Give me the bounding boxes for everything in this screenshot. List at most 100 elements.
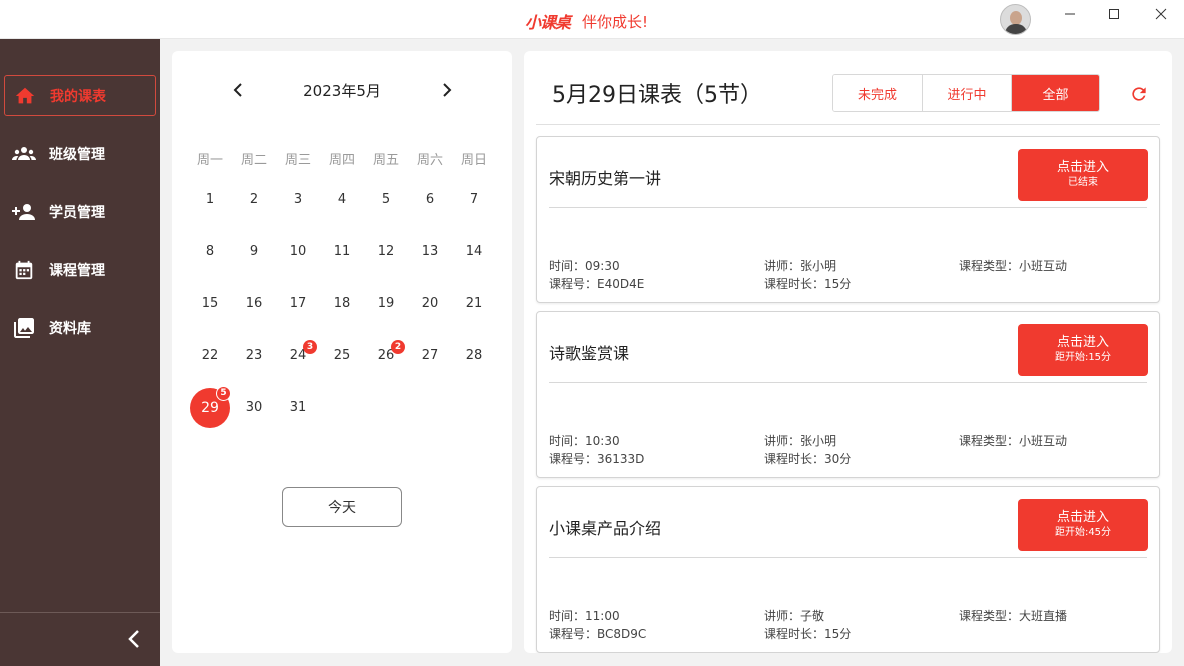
photo-library-icon	[12, 316, 36, 340]
weekday-label: 周一	[196, 153, 223, 168]
course-type: 课程类型：小班互动	[959, 259, 1068, 273]
calendar-day[interactable]: 15	[190, 284, 230, 324]
calendar-day[interactable]: 4	[322, 180, 362, 220]
enter-course-button[interactable]: 点击进入 距开始:15分	[1018, 324, 1148, 376]
refresh-icon	[1132, 87, 1146, 101]
enter-course-button[interactable]: 点击进入 已结束	[1018, 149, 1148, 201]
calendar-day[interactable]: 3	[278, 180, 318, 220]
sidebar-divider	[0, 612, 160, 613]
calendar-day[interactable]: 6	[410, 180, 450, 220]
schedule-divider	[536, 124, 1160, 125]
calendar-day[interactable]: 10	[278, 232, 318, 272]
calendar-day[interactable]: 13	[410, 232, 450, 272]
refresh-button[interactable]	[1127, 82, 1151, 106]
calendar-day[interactable]: 11	[322, 232, 362, 272]
calendar-day[interactable]: 8	[190, 232, 230, 272]
weekday-label: 周六	[416, 153, 443, 168]
calendar-day[interactable]: 27	[410, 336, 450, 376]
course-duration: 课程时长：15分	[764, 277, 852, 291]
filter-group: 未完成 进行中 全部	[832, 74, 1100, 112]
calendar-day[interactable]: 23	[234, 336, 274, 376]
course-duration: 课程时长：30分	[764, 452, 852, 466]
schedule-title: 5月29日课表（5节）	[552, 83, 762, 108]
sidebar-item-label: 班级管理	[49, 146, 105, 163]
course-type: 课程类型：小班互动	[959, 434, 1068, 448]
minimize-icon	[1065, 13, 1075, 15]
brand: 小课桌 伴你成长!	[525, 9, 648, 33]
avatar[interactable]	[1000, 4, 1031, 35]
course-card: 诗歌鉴赏课 点击进入 距开始:15分 时间：10:30 课程号：36133D 讲…	[536, 311, 1160, 478]
calendar-day[interactable]: 20	[410, 284, 450, 324]
sidebar-item-library[interactable]: 资料库	[4, 307, 156, 348]
calendar-day[interactable]: 25	[322, 336, 362, 376]
sidebar: 我的课表 班级管理 学员管理 课程管理 资料库	[0, 39, 160, 666]
calendar-day[interactable]: 18	[322, 284, 362, 324]
sidebar-item-label: 课程管理	[49, 262, 105, 279]
sidebar-item-my-schedule[interactable]: 我的课表	[4, 75, 156, 116]
brand-slogan: 伴你成长!	[582, 12, 649, 31]
course-count-badge: 5	[216, 386, 231, 401]
weekday-label: 周三	[284, 153, 311, 168]
calendar-day[interactable]: 19	[366, 284, 406, 324]
prev-month-button[interactable]	[226, 79, 250, 101]
calendar-day[interactable]: 28	[454, 336, 494, 376]
weekday-label: 周二	[240, 153, 267, 168]
course-time: 时间：11:00	[549, 609, 620, 623]
title-bar: 小课桌 伴你成长!	[0, 0, 1184, 39]
today-button[interactable]: 今天	[282, 487, 402, 527]
course-teacher: 讲师：子敬	[764, 609, 825, 623]
collapse-sidebar-button[interactable]	[122, 627, 146, 651]
enter-course-button[interactable]: 点击进入 距开始:45分	[1018, 499, 1148, 551]
sidebar-item-student-management[interactable]: 学员管理	[4, 191, 156, 232]
enter-button-status: 距开始:45分	[1054, 527, 1112, 538]
card-divider	[549, 382, 1147, 383]
close-icon	[1155, 8, 1167, 20]
close-button[interactable]	[1148, 5, 1174, 23]
calendar-day[interactable]: 14	[454, 232, 494, 272]
sidebar-item-class-management[interactable]: 班级管理	[4, 133, 156, 174]
course-type: 课程类型：大班直播	[959, 609, 1068, 623]
weekday-label: 周四	[328, 153, 355, 168]
chevron-left-icon	[233, 83, 242, 97]
course-card: 小课桌产品介绍 点击进入 距开始:45分 时间：11:00 课程号：BC8D9C…	[536, 486, 1160, 653]
sidebar-item-label: 资料库	[49, 320, 91, 337]
calendar-day[interactable]: 31	[278, 388, 318, 428]
enter-button-label: 点击进入	[1056, 160, 1109, 175]
calendar-day[interactable]: 5	[366, 180, 406, 220]
calendar-day[interactable]: 16	[234, 284, 274, 324]
calendar-day[interactable]: 22	[190, 336, 230, 376]
minimize-button[interactable]	[1057, 5, 1083, 23]
weekday-label: 周五	[372, 153, 399, 168]
next-month-button[interactable]	[435, 79, 459, 101]
course-count-badge: 3	[303, 340, 317, 354]
calendar-day[interactable]: 12	[366, 232, 406, 272]
course-time: 时间：10:30	[549, 434, 620, 448]
calendar-day[interactable]: 30	[234, 388, 274, 428]
maximize-button[interactable]	[1101, 5, 1127, 23]
calendar-day[interactable]: 17	[278, 284, 318, 324]
filter-all[interactable]: 全部	[1011, 75, 1099, 111]
filter-in-progress[interactable]: 进行中	[922, 75, 1011, 111]
course-name: 小课桌产品介绍	[549, 519, 662, 538]
course-teacher: 讲师：张小明	[764, 434, 837, 448]
enter-button-status: 距开始:15分	[1054, 352, 1112, 363]
maximize-icon	[1109, 9, 1119, 19]
add-user-icon	[12, 200, 36, 224]
sidebar-item-course-management[interactable]: 课程管理	[4, 249, 156, 290]
course-code: 课程号：BC8D9C	[549, 627, 647, 641]
calendar-day[interactable]: 2	[234, 180, 274, 220]
course-teacher: 讲师：张小明	[764, 259, 837, 273]
filter-incomplete[interactable]: 未完成	[833, 75, 922, 111]
calendar-month-title: 2023年5月	[303, 82, 381, 100]
chevron-right-icon	[443, 83, 452, 97]
enter-button-label: 点击进入	[1056, 510, 1109, 525]
course-time: 时间：09:30	[549, 259, 620, 273]
calendar-icon	[12, 258, 36, 282]
calendar-day[interactable]: 9	[234, 232, 274, 272]
sidebar-item-label: 我的课表	[50, 88, 106, 105]
calendar-day[interactable]: 7	[454, 180, 494, 220]
calendar-day[interactable]: 21	[454, 284, 494, 324]
card-divider	[549, 207, 1147, 208]
calendar-day[interactable]: 1	[190, 180, 230, 220]
course-name: 诗歌鉴赏课	[549, 344, 630, 363]
